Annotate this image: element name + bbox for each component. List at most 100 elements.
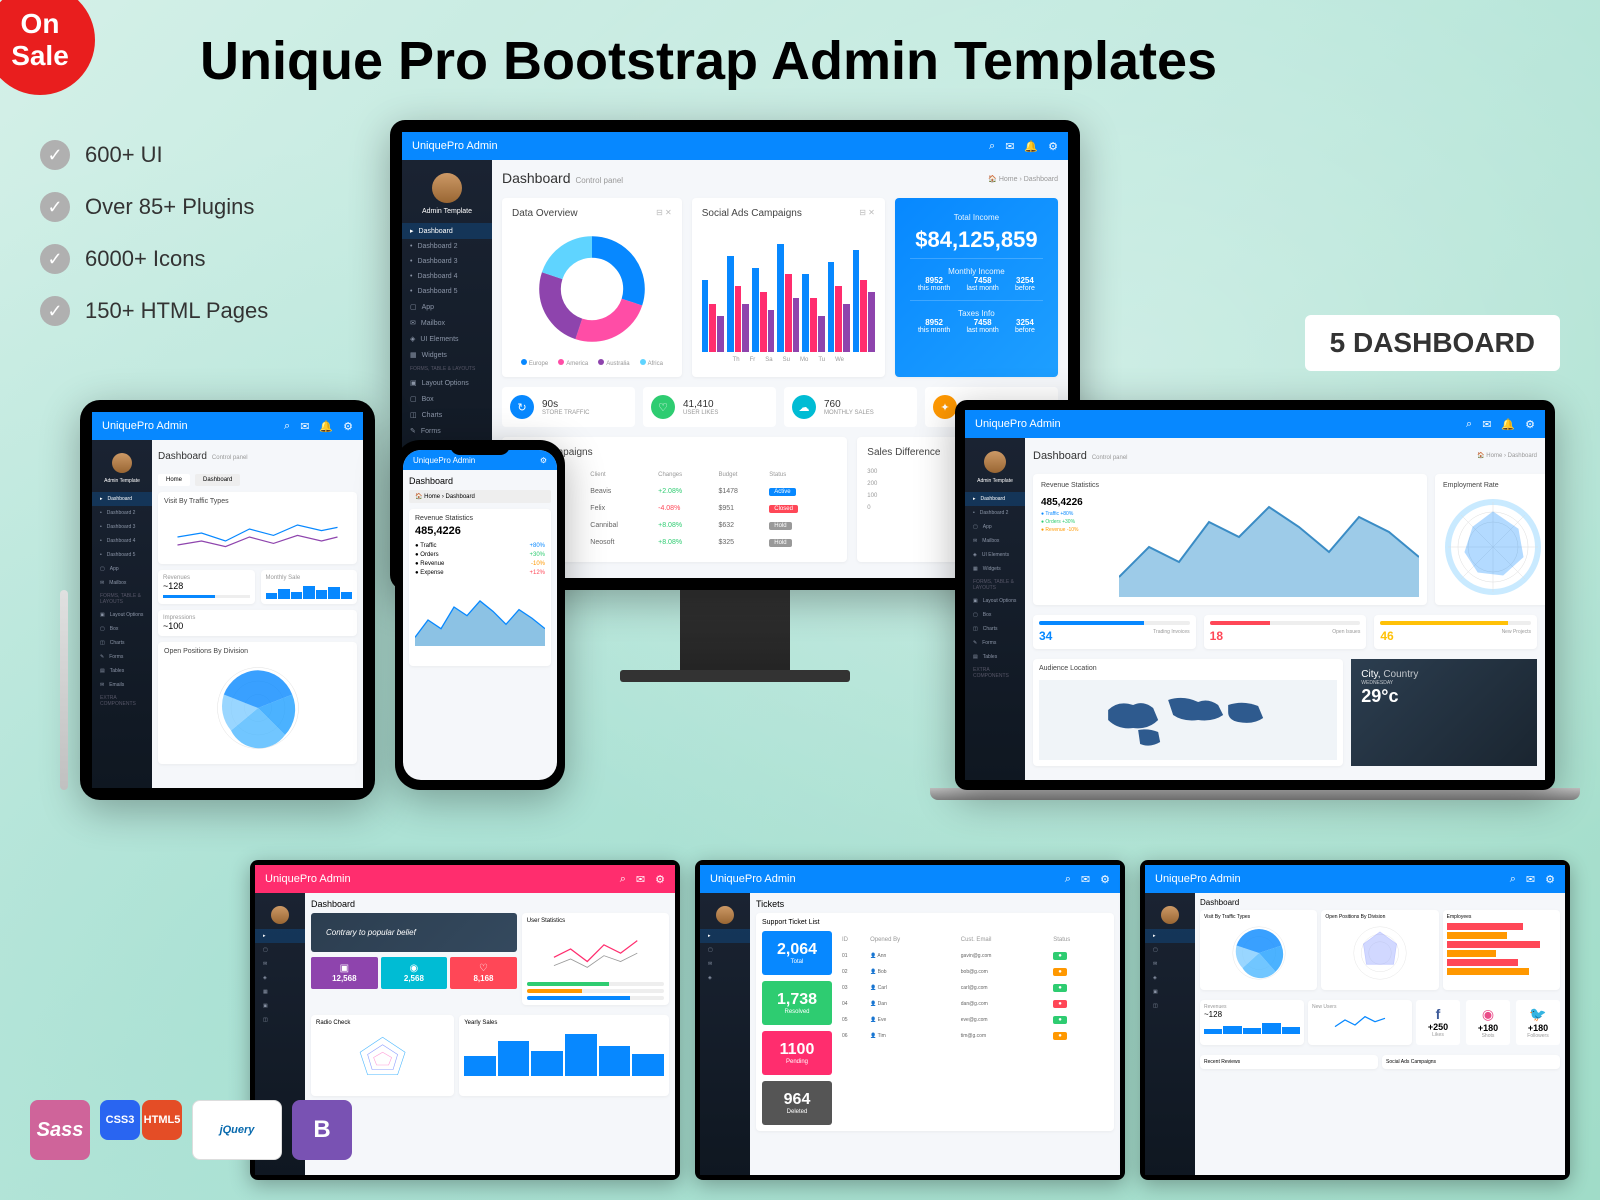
gear-icon[interactable]: ⚙ xyxy=(655,873,665,886)
sidebar-item[interactable]: ✉ Mailbox xyxy=(92,576,152,590)
sidebar-item[interactable]: ▣ Layout Options xyxy=(965,594,1025,608)
card-actions[interactable]: ⊟ ✕ xyxy=(656,208,672,219)
gear-icon[interactable]: ⚙ xyxy=(1545,873,1555,886)
sidebar-item[interactable]: ▣ Layout Options xyxy=(402,375,492,391)
sidebar-item-app[interactable]: ▢ App xyxy=(402,299,492,315)
sidebar-item[interactable]: ▤ Tables xyxy=(965,650,1025,664)
table-row[interactable]: 04👤 Dandan@g.com● xyxy=(840,997,1106,1011)
stat-box[interactable]: ◉2,568 xyxy=(381,957,448,989)
table-row[interactable]: 01👤 Anngavin@g.com● xyxy=(840,949,1106,963)
social-dribbble[interactable]: ◉+180Shots xyxy=(1466,1000,1510,1045)
bell-icon[interactable]: 🔔 xyxy=(1501,418,1515,431)
search-icon[interactable]: ⌕ xyxy=(989,140,995,153)
sidebar-item[interactable]: ✉ xyxy=(700,957,750,971)
table-row[interactable]: 05👤 Eveeve@g.com● xyxy=(840,1013,1106,1027)
gear-icon[interactable]: ⚙ xyxy=(540,456,547,465)
sidebar-item-mailbox[interactable]: ✉ Mailbox xyxy=(402,315,492,331)
sidebar-item[interactable]: ▸ Dashboard xyxy=(965,492,1025,506)
sidebar-item[interactable]: ▢ App xyxy=(92,562,152,576)
sidebar-item[interactable]: ◫ Charts xyxy=(402,407,492,423)
sidebar-item[interactable]: ▢ App xyxy=(965,520,1025,534)
sidebar-item[interactable]: • Dashboard 3 xyxy=(402,254,492,269)
sidebar-item[interactable]: ◫ xyxy=(255,1013,305,1027)
ticket-resolved[interactable]: 1,738Resolved xyxy=(762,981,832,1025)
sidebar-item[interactable]: ▸ xyxy=(700,929,750,943)
search-icon[interactable]: ⌕ xyxy=(620,873,626,886)
gear-icon[interactable]: ⚙ xyxy=(1048,140,1058,153)
sidebar-item[interactable]: ◈ UI Elements xyxy=(965,548,1025,562)
sidebar-item[interactable]: ▤ Tables xyxy=(92,664,152,678)
sidebar-item[interactable]: ▢ Box xyxy=(965,608,1025,622)
sidebar-item[interactable]: ✉ Emails xyxy=(92,678,152,692)
sidebar-item[interactable]: ▢ Box xyxy=(92,622,152,636)
bell-icon[interactable]: 🔔 xyxy=(1024,140,1038,153)
sidebar-item[interactable]: • Dashboard 4 xyxy=(92,534,152,548)
stat-box[interactable]: ♡8,168 xyxy=(450,957,517,989)
mail-icon[interactable]: ✉ xyxy=(1081,873,1090,886)
search-icon[interactable]: ⌕ xyxy=(1466,418,1472,431)
sidebar-item[interactable]: ✉ xyxy=(1145,957,1195,971)
avatar[interactable] xyxy=(271,906,289,924)
gear-icon[interactable]: ⚙ xyxy=(343,420,353,433)
sidebar-item[interactable]: ✉ Mailbox xyxy=(965,534,1025,548)
brand-logo[interactable]: UniquePro Admin xyxy=(265,873,351,885)
brand-logo[interactable]: UniquePro Admin xyxy=(975,418,1061,430)
mail-icon[interactable]: ✉ xyxy=(1482,418,1491,431)
avatar[interactable] xyxy=(984,451,1006,473)
brand-logo[interactable]: UniquePro Admin xyxy=(413,456,475,465)
sidebar-item[interactable]: ▢ xyxy=(700,943,750,957)
sidebar-item[interactable]: ✉ xyxy=(255,957,305,971)
stat-likes[interactable]: ♡41,410USER LIKES xyxy=(643,387,776,427)
sidebar-item[interactable]: ▢ Box xyxy=(402,391,492,407)
sidebar-item[interactable]: ▣ xyxy=(1145,985,1195,999)
stat-traffic[interactable]: ↻90sSTORE TRAFFIC xyxy=(502,387,635,427)
sidebar-item[interactable]: ◈ xyxy=(255,971,305,985)
mail-icon[interactable]: ✉ xyxy=(1526,873,1535,886)
social-twitter[interactable]: 🐦+180Followers xyxy=(1516,1000,1560,1045)
mail-icon[interactable]: ✉ xyxy=(300,420,309,433)
sidebar-item[interactable]: ▸ xyxy=(255,929,305,943)
sidebar-item-ui[interactable]: ◈ UI Elements xyxy=(402,331,492,347)
social-facebook[interactable]: f+250Likes xyxy=(1416,1000,1460,1045)
sidebar-item[interactable]: • Dashboard 3 xyxy=(92,520,152,534)
mail-icon[interactable]: ✉ xyxy=(1005,140,1014,153)
search-icon[interactable]: ⌕ xyxy=(284,420,290,433)
stat-sales[interactable]: ☁760MONTHLY SALES xyxy=(784,387,917,427)
brand-logo[interactable]: UniquePro Admin xyxy=(412,140,498,152)
sidebar-item[interactable]: ◫ Charts xyxy=(92,636,152,650)
tab-home[interactable]: Home xyxy=(158,474,190,486)
search-icon[interactable]: ⌕ xyxy=(1065,873,1071,886)
gear-icon[interactable]: ⚙ xyxy=(1100,873,1110,886)
sidebar-item[interactable]: ▢ xyxy=(1145,943,1195,957)
sidebar-item[interactable]: • Dashboard 5 xyxy=(402,284,492,299)
sidebar-item[interactable]: ✎ Forms xyxy=(402,423,492,439)
sidebar-item[interactable]: • Dashboard 2 xyxy=(402,239,492,254)
avatar[interactable] xyxy=(112,453,132,473)
sidebar-item[interactable]: ▸ Dashboard xyxy=(92,492,152,506)
sidebar-item-dashboard[interactable]: ▸ Dashboard xyxy=(402,223,492,239)
sidebar-item[interactable]: • Dashboard 5 xyxy=(92,548,152,562)
sidebar-item[interactable]: ▣ xyxy=(255,999,305,1013)
ticket-pending[interactable]: 1100Pending xyxy=(762,1031,832,1075)
sidebar-item[interactable]: ◫ Charts xyxy=(965,622,1025,636)
sidebar-item[interactable]: ▦ Widgets xyxy=(965,562,1025,576)
search-icon[interactable]: ⌕ xyxy=(1510,873,1516,886)
sidebar-item[interactable]: ✎ Forms xyxy=(92,650,152,664)
sidebar-item[interactable]: ◫ xyxy=(1145,999,1195,1013)
ticket-total[interactable]: 2,064Total xyxy=(762,931,832,975)
brand-logo[interactable]: UniquePro Admin xyxy=(102,420,188,432)
table-row[interactable]: 06👤 Timtim@g.com● xyxy=(840,1029,1106,1043)
gear-icon[interactable]: ⚙ xyxy=(1525,418,1535,431)
sidebar-item[interactable]: • Dashboard 2 xyxy=(92,506,152,520)
sidebar-item[interactable]: ✎ Forms xyxy=(965,636,1025,650)
bell-icon[interactable]: 🔔 xyxy=(319,420,333,433)
stat-box[interactable]: ▣12,568 xyxy=(311,957,378,989)
table-row[interactable]: 02👤 Bobbob@g.com● xyxy=(840,965,1106,979)
sidebar-item[interactable]: ◈ xyxy=(700,971,750,985)
avatar[interactable] xyxy=(1161,906,1179,924)
avatar[interactable] xyxy=(432,173,462,203)
sidebar-item[interactable]: ▸ xyxy=(1145,929,1195,943)
sidebar-item[interactable]: • Dashboard 4 xyxy=(402,269,492,284)
brand-logo[interactable]: UniquePro Admin xyxy=(1155,873,1241,885)
sidebar-item[interactable]: ▢ xyxy=(255,943,305,957)
